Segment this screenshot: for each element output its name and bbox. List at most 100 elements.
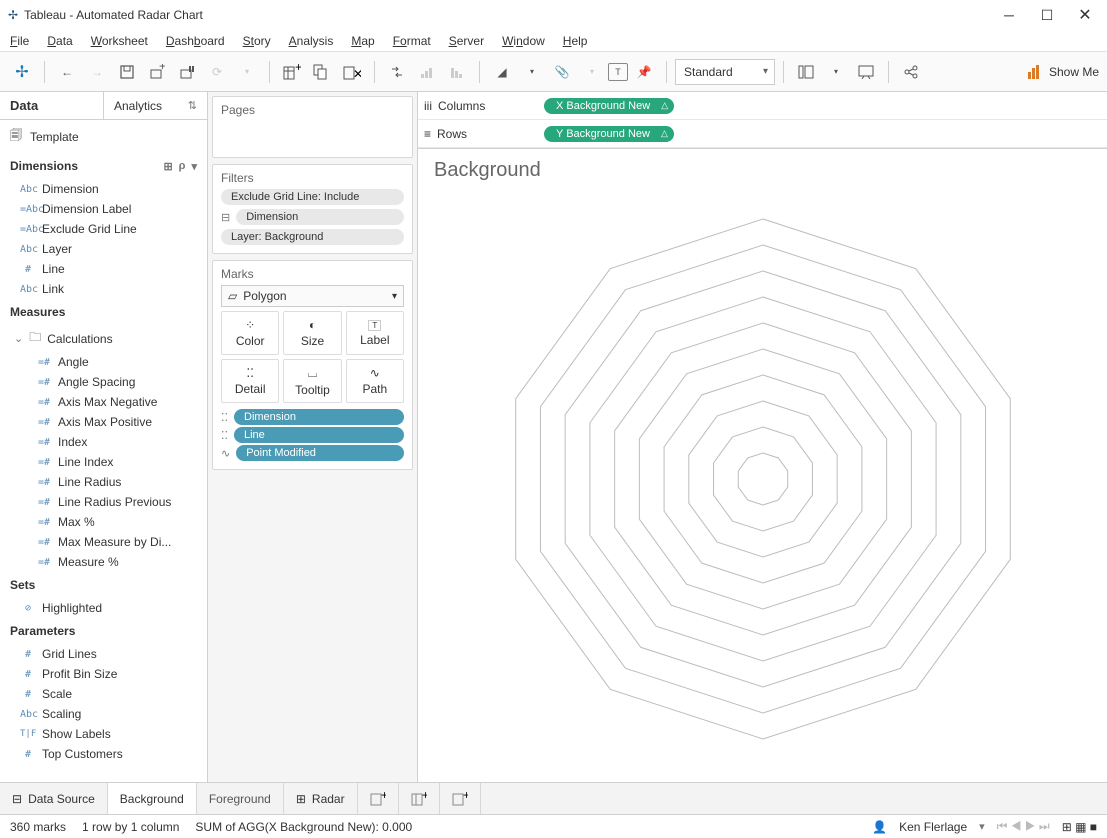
field-line[interactable]: #Line bbox=[0, 259, 207, 279]
menu-map[interactable]: Map bbox=[351, 34, 374, 48]
view-toggle-icon[interactable]: ⊞ bbox=[163, 160, 172, 173]
refresh-button[interactable]: ⟳ bbox=[203, 58, 231, 86]
menu-window[interactable]: Window bbox=[502, 34, 545, 48]
field-max-pct[interactable]: =#Max % bbox=[0, 512, 207, 532]
param-show-labels[interactable]: T|FShow Labels bbox=[0, 724, 207, 744]
new-dashboard-tab[interactable]: + bbox=[399, 783, 440, 814]
new-worksheet-button[interactable]: + bbox=[278, 58, 306, 86]
duplicate-button[interactable] bbox=[308, 58, 336, 86]
showme-button[interactable]: Show Me bbox=[1027, 64, 1099, 80]
filter-pill[interactable]: Layer: Background bbox=[221, 229, 404, 245]
sort-desc-button[interactable] bbox=[443, 58, 471, 86]
marks-tooltip-button[interactable]: ⌴Tooltip bbox=[283, 359, 341, 403]
new-story-tab[interactable]: + bbox=[440, 783, 481, 814]
menu-dashboard[interactable]: Dashboard bbox=[166, 34, 225, 48]
highlight-button[interactable]: ◢ bbox=[488, 58, 516, 86]
presentation-button[interactable] bbox=[852, 58, 880, 86]
data-tab[interactable]: Data bbox=[0, 92, 103, 119]
menu-worksheet[interactable]: Worksheet bbox=[91, 34, 148, 48]
param-top-customers[interactable]: #Top Customers bbox=[0, 744, 207, 764]
mark-pill[interactable]: Line bbox=[234, 427, 404, 443]
sort-asc-button[interactable] bbox=[413, 58, 441, 86]
field-exclude-grid-line[interactable]: =AbcExclude Grid Line bbox=[0, 219, 207, 239]
set-highlighted[interactable]: ⊘Highlighted bbox=[0, 598, 207, 618]
param-scale[interactable]: #Scale bbox=[0, 684, 207, 704]
menu-story[interactable]: Story bbox=[243, 34, 271, 48]
new-worksheet-tab[interactable]: + bbox=[358, 783, 399, 814]
minimize-button[interactable]: ─ bbox=[999, 5, 1019, 25]
label-button[interactable]: T bbox=[608, 63, 628, 81]
dropdown-icon[interactable]: ▾ bbox=[979, 820, 985, 833]
new-datasource-button[interactable]: + bbox=[143, 58, 171, 86]
rows-pill[interactable]: Y Background New bbox=[544, 126, 674, 142]
dropdown-icon[interactable]: ▾ bbox=[578, 58, 606, 86]
close-button[interactable]: ✕ bbox=[1075, 5, 1095, 25]
menu-analysis[interactable]: Analysis bbox=[289, 34, 334, 48]
save-button[interactable] bbox=[113, 58, 141, 86]
marks-path-button[interactable]: ∿Path bbox=[346, 359, 404, 403]
status-user[interactable]: Ken Flerlage bbox=[899, 820, 967, 834]
forward-button[interactable]: → bbox=[83, 58, 111, 86]
columns-pill[interactable]: X Background New bbox=[544, 98, 674, 114]
tableau-icon[interactable]: ✢ bbox=[8, 58, 36, 86]
field-measure-pct[interactable]: =#Measure % bbox=[0, 552, 207, 572]
dropdown-icon[interactable]: ▾ bbox=[822, 58, 850, 86]
field-angle[interactable]: =#Angle bbox=[0, 352, 207, 372]
sheet-tab-foreground[interactable]: Foreground bbox=[197, 783, 284, 814]
field-index[interactable]: =#Index bbox=[0, 432, 207, 452]
field-line-radius[interactable]: =#Line Radius bbox=[0, 472, 207, 492]
mark-pill[interactable]: Point Modified bbox=[236, 445, 404, 461]
field-link[interactable]: AbcLink bbox=[0, 279, 207, 299]
menu-file[interactable]: File bbox=[10, 34, 29, 48]
field-max-measure[interactable]: =#Max Measure by Di... bbox=[0, 532, 207, 552]
fit-select[interactable]: Standard bbox=[675, 59, 775, 85]
back-button[interactable]: ← bbox=[53, 58, 81, 86]
mark-pill[interactable]: Dimension bbox=[234, 409, 404, 425]
search-icon[interactable]: ρ bbox=[179, 160, 186, 173]
field-axis-max-positive[interactable]: =#Axis Max Positive bbox=[0, 412, 207, 432]
pin-button[interactable]: 📌 bbox=[630, 58, 658, 86]
pages-card[interactable]: Pages bbox=[212, 96, 413, 158]
menu-server[interactable]: Server bbox=[449, 34, 484, 48]
filter-pill[interactable]: Exclude Grid Line: Include bbox=[221, 189, 404, 205]
param-profit-bin[interactable]: #Profit Bin Size bbox=[0, 664, 207, 684]
clear-button[interactable]: ✕ bbox=[338, 58, 366, 86]
menu-data[interactable]: Data bbox=[47, 34, 72, 48]
marks-size-button[interactable]: ◐Size bbox=[283, 311, 341, 355]
viz-title[interactable]: Background bbox=[434, 159, 1091, 182]
marks-type-select[interactable]: ▱Polygon bbox=[221, 285, 404, 307]
group-button[interactable]: 📎 bbox=[548, 58, 576, 86]
maximize-button[interactable]: ☐ bbox=[1037, 5, 1057, 25]
field-line-radius-previous[interactable]: =#Line Radius Previous bbox=[0, 492, 207, 512]
field-line-index[interactable]: =#Line Index bbox=[0, 452, 207, 472]
swap-button[interactable] bbox=[383, 58, 411, 86]
datasource-row[interactable]: 🗐 Template bbox=[0, 120, 207, 153]
sheet-tab-background[interactable]: Background bbox=[108, 783, 197, 814]
columns-shelf[interactable]: iiiColumns X Background New bbox=[418, 92, 1107, 120]
menu-icon[interactable]: ▾ bbox=[191, 160, 197, 173]
filmstrip-icon[interactable]: ⊞ ▦ ■ bbox=[1062, 820, 1097, 834]
share-button[interactable] bbox=[897, 58, 925, 86]
analytics-tab[interactable]: Analytics⇅ bbox=[103, 92, 207, 119]
sheet-tab-radar[interactable]: ⊞Radar bbox=[284, 783, 358, 814]
menu-format[interactable]: Format bbox=[393, 34, 431, 48]
marks-detail-button[interactable]: ⁚⁚Detail bbox=[221, 359, 279, 403]
field-axis-max-negative[interactable]: =#Axis Max Negative bbox=[0, 392, 207, 412]
rows-shelf[interactable]: ≡Rows Y Background New bbox=[418, 120, 1107, 148]
field-layer[interactable]: AbcLayer bbox=[0, 239, 207, 259]
view-cards-button[interactable] bbox=[792, 58, 820, 86]
menu-help[interactable]: Help bbox=[563, 34, 588, 48]
calculations-folder[interactable]: ⌄🗀Calculations bbox=[0, 325, 207, 352]
marks-label-button[interactable]: TLabel bbox=[346, 311, 404, 355]
param-grid-lines[interactable]: #Grid Lines bbox=[0, 644, 207, 664]
marks-color-button[interactable]: ⁘Color bbox=[221, 311, 279, 355]
datasource-tab[interactable]: ⊟Data Source bbox=[0, 783, 108, 814]
pause-button[interactable] bbox=[173, 58, 201, 86]
param-scaling[interactable]: AbcScaling bbox=[0, 704, 207, 724]
field-dimension[interactable]: AbcDimension bbox=[0, 179, 207, 199]
filter-pill[interactable]: Dimension bbox=[236, 209, 404, 225]
field-dimension-label[interactable]: =AbcDimension Label bbox=[0, 199, 207, 219]
dropdown-icon[interactable]: ▾ bbox=[233, 58, 261, 86]
field-angle-spacing[interactable]: =#Angle Spacing bbox=[0, 372, 207, 392]
dropdown-icon[interactable]: ▾ bbox=[518, 58, 546, 86]
